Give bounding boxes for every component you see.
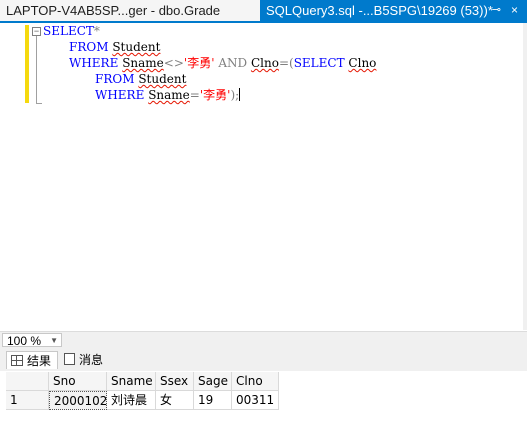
tab-results-label: 结果 [27,354,52,368]
column-header-sage[interactable]: Sage [194,372,232,391]
row-header[interactable]: 1 [6,391,49,410]
collapse-icon[interactable]: − [32,27,41,36]
document-tab-bar: LAPTOP-V4AB5SP...ger - dbo.Grade SQLQuer… [0,0,527,21]
close-icon[interactable]: × [511,0,518,21]
tab-grade-table[interactable]: LAPTOP-V4AB5SP...ger - dbo.Grade [0,0,260,21]
table-cell-sname[interactable]: 刘诗晨 [107,391,156,410]
pin-icon[interactable]: ⊸ [492,0,501,21]
outline-line-end [36,103,42,104]
tab-messages-label: 消息 [79,353,104,367]
tab-messages[interactable]: 消息 [62,351,114,369]
chevron-down-icon: ▼ [50,336,58,345]
results-grid[interactable]: Sno Sname Ssex Sage Clno 1 2000102 刘诗晨 女… [6,372,527,422]
vertical-scrollbar[interactable] [523,23,527,330]
table-cell-sage[interactable]: 19 [194,391,232,410]
query-editor[interactable]: − SELECT* FROM Student WHERE Sname<>'李勇'… [0,23,527,330]
column-header-clno[interactable]: Clno [232,372,279,391]
table-cell-clno[interactable]: 00311 [232,391,279,410]
grid-corner-cell[interactable] [6,372,49,391]
code-line-5: WHERE Sname='李勇'); [95,88,241,102]
column-header-sno[interactable]: Sno [49,372,107,391]
code-line-4: FROM Student [95,72,187,86]
code-line-1: SELECT* [43,24,100,38]
code-line-2: FROM Student [69,40,161,54]
table-cell-ssex[interactable]: 女 [156,391,194,410]
column-header-sname[interactable]: Sname [107,372,156,391]
outline-line [36,36,37,104]
table-cell-sno[interactable]: 2000102 [49,391,107,410]
unsaved-change-bar [25,25,29,103]
zoom-select[interactable]: 100 % ▼ [2,333,62,348]
tab-sqlquery3-label: SQLQuery3.sql -...B5SPG\19269 (53))* [266,3,493,18]
code-line-3: WHERE Sname<>'李勇' AND Clno=(SELECT Clno [69,56,377,70]
results-tab-bar: 结果 消息 [0,349,527,371]
column-header-ssex[interactable]: Ssex [156,372,194,391]
tab-results[interactable]: 结果 [6,351,58,369]
zoom-bar: 100 % ▼ [0,331,527,349]
message-icon [64,353,75,365]
grid-icon [11,355,23,366]
text-cursor [239,88,241,101]
zoom-value: 100 % [7,334,42,348]
tab-sqlquery3[interactable]: SQLQuery3.sql -...B5SPG\19269 (53))* ⊸ × [260,0,527,21]
